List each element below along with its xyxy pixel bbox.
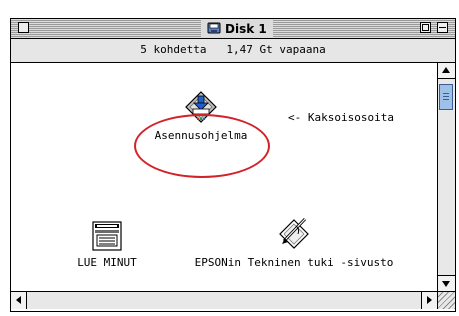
window-title-text: Disk 1 [225,21,267,36]
close-box[interactable] [18,22,29,33]
epson-support-label: EPSONin Tekninen tuki -sivusto [194,256,394,269]
readme-item[interactable]: LUE MINUT [67,220,147,269]
scroll-left-arrow-icon[interactable] [11,292,27,309]
title-bar[interactable]: Disk 1 [11,19,455,39]
window-content: Asennusohjelma <- Kaksoisosoita LUE MINU… [11,63,437,291]
readme-label: LUE MINUT [77,256,137,269]
readme-document-icon [92,221,122,251]
disk-icon [207,22,221,34]
double-click-callout: <- Kaksoisosoita [288,111,394,124]
finder-window: Disk 1 5 kohdetta 1,47 Gt vapaana Asennu… [10,18,456,312]
resize-grow-box[interactable] [437,291,455,309]
scroll-up-arrow-icon[interactable] [438,63,455,79]
highlight-ellipse [134,114,270,178]
epson-support-item[interactable]: EPSONin Tekninen tuki -sivusto [194,214,394,269]
horizontal-scrollbar[interactable] [11,291,437,309]
vertical-scrollbar[interactable] [437,63,455,291]
scroll-right-arrow-icon[interactable] [421,292,437,309]
scroll-down-arrow-icon[interactable] [438,275,455,291]
zoom-box[interactable] [420,22,431,33]
vertical-scroll-thumb[interactable] [439,84,453,110]
disk-info-text: 5 kohdetta 1,47 Gt vapaana [140,43,326,56]
window-title: Disk 1 [201,20,273,37]
collapse-box[interactable] [437,22,448,33]
web-link-icon [279,217,309,249]
info-bar: 5 kohdetta 1,47 Gt vapaana [11,39,455,63]
